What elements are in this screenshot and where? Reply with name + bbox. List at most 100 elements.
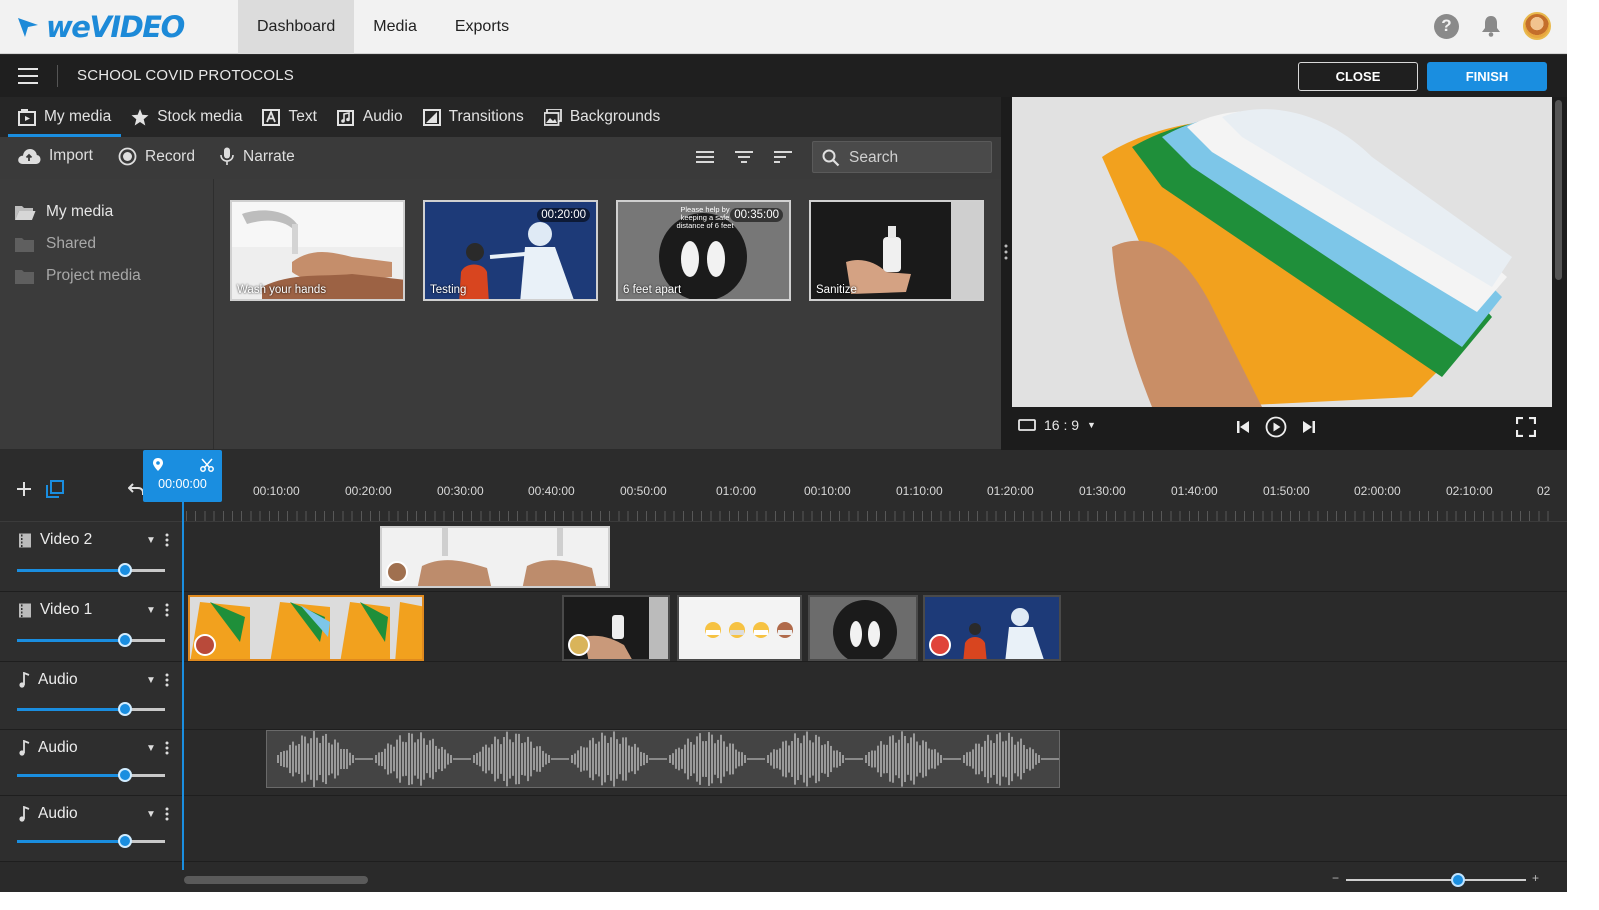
search-input[interactable] (849, 148, 984, 168)
tick-label: 00:50:00 (620, 484, 667, 498)
media-item-6-feet-apart[interactable]: Please help by keeping a safe distance o… (616, 200, 791, 301)
folder-my-media[interactable]: My media (14, 203, 113, 221)
timeline-horizontal-scrollbar[interactable] (184, 876, 368, 884)
tab-my-media[interactable]: My media (8, 97, 122, 137)
nav-tab-media[interactable]: Media (354, 0, 436, 54)
copy-icon[interactable] (46, 480, 64, 498)
folder-icon (15, 269, 34, 284)
brand-name: weVIDEO (46, 10, 185, 44)
fullscreen-icon[interactable] (1516, 417, 1536, 437)
skip-back-icon[interactable] (1235, 419, 1251, 435)
chevron-down-icon[interactable]: ▼ (146, 675, 156, 686)
chevron-down-icon[interactable]: ▼ (146, 743, 156, 754)
zoom-knob[interactable] (1450, 873, 1465, 887)
close-button[interactable]: CLOSE (1298, 62, 1418, 91)
volume-knob[interactable] (118, 702, 133, 716)
track-video-2: Video 2 ▼ (0, 522, 1567, 592)
volume-slider[interactable] (17, 563, 165, 577)
tab-stock-media[interactable]: Stock media (121, 97, 252, 137)
more-options-icon[interactable] (165, 741, 169, 755)
timeline-audio-clip[interactable] (266, 730, 1060, 788)
scissors-icon[interactable] (200, 458, 214, 472)
timeline-zoom-slider[interactable]: − + (1330, 871, 1545, 888)
track-header: Video 1 ▼ (0, 592, 182, 661)
media-item-wash-hands[interactable]: Wash your hands (230, 200, 405, 301)
hamburger-menu-icon[interactable] (18, 68, 38, 84)
finish-button[interactable]: FINISH (1427, 62, 1547, 91)
track-name: Audio (18, 739, 78, 757)
tab-text[interactable]: Text (252, 97, 326, 137)
tab-label: My media (44, 108, 112, 125)
user-avatar[interactable] (1523, 12, 1551, 40)
bell-icon[interactable] (1479, 14, 1503, 39)
track-audio-3: Audio ▼ (0, 796, 1567, 862)
tab-audio[interactable]: Audio (327, 97, 413, 137)
volume-slider[interactable] (17, 633, 165, 647)
volume-slider[interactable] (17, 834, 165, 848)
tab-backgrounds[interactable]: Backgrounds (534, 97, 670, 137)
add-track-icon[interactable] (16, 481, 32, 497)
volume-knob[interactable] (118, 834, 133, 848)
narrate-label: Narrate (243, 147, 295, 165)
playhead-time: 00:00:00 (158, 477, 207, 491)
logo-mark-icon (18, 18, 38, 37)
volume-knob[interactable] (118, 563, 133, 577)
volume-knob[interactable] (118, 633, 133, 647)
skip-forward-icon[interactable] (1301, 419, 1317, 435)
timeline-clip-6-feet[interactable] (808, 595, 918, 661)
project-bar: SCHOOL COVID PROTOCOLS CLOSE FINISH (0, 55, 1567, 97)
audio-waveform (277, 731, 1059, 787)
tick-label: 01:30:00 (1079, 484, 1126, 498)
volume-knob[interactable] (118, 768, 133, 782)
folder-shared[interactable]: Shared (14, 235, 96, 253)
timeline-ruler[interactable] (186, 511, 1556, 521)
nav-tab-dashboard[interactable]: Dashboard (238, 0, 355, 54)
timeline-clip-masks[interactable] (188, 595, 424, 661)
more-options-icon[interactable] (165, 673, 169, 687)
help-icon[interactable]: ? (1434, 13, 1459, 39)
media-item-testing[interactable]: 00:20:00 Testing (423, 200, 598, 301)
preview-scrollbar[interactable] (1555, 100, 1562, 280)
timeline-clip-wash-hands[interactable] (380, 526, 610, 588)
clip-avatar-badge (194, 634, 216, 656)
chevron-down-icon[interactable]: ▼ (146, 809, 156, 820)
timeline-clip-masks-emoji[interactable] (677, 595, 802, 661)
playhead-line[interactable] (182, 500, 184, 870)
folder-project-media[interactable]: Project media (14, 267, 141, 285)
nav-tab-exports[interactable]: Exports (436, 0, 528, 54)
panel-resize-handle[interactable] (1004, 244, 1008, 260)
chevron-down-icon[interactable]: ▼ (146, 535, 156, 546)
tab-transitions[interactable]: Transitions (413, 97, 534, 137)
media-caption: Sanitize (816, 284, 857, 296)
volume-slider[interactable] (17, 702, 165, 716)
play-icon[interactable] (1265, 416, 1287, 438)
track-label: Video 2 (40, 531, 93, 548)
timeline-clip-testing[interactable] (923, 595, 1061, 661)
more-options-icon[interactable] (165, 807, 169, 821)
track-header: Audio ▼ (0, 796, 182, 861)
tick-label: 02 (1537, 484, 1551, 498)
more-options-icon[interactable] (165, 603, 169, 617)
list-view-icon[interactable] (696, 149, 714, 165)
zoom-out-icon[interactable]: − (1332, 871, 1339, 885)
timeline-clip-sanitize[interactable] (562, 595, 670, 661)
media-item-sanitize[interactable]: Sanitize (809, 200, 984, 301)
filter-icon[interactable] (735, 149, 753, 165)
track-name: Video 1 (18, 601, 92, 619)
zoom-in-icon[interactable]: + (1532, 871, 1539, 885)
chevron-down-icon[interactable]: ▼ (146, 605, 156, 616)
track-header: Video 2 ▼ (0, 522, 182, 591)
more-options-icon[interactable] (165, 533, 169, 547)
clip-filmstrip (810, 597, 916, 659)
narrate-button[interactable]: Narrate (219, 147, 295, 166)
wevideo-logo[interactable]: weVIDEO (16, 10, 185, 44)
undo-icon[interactable] (128, 482, 144, 496)
volume-slider[interactable] (17, 768, 165, 782)
zoom-track (1346, 879, 1526, 881)
sort-icon[interactable] (774, 149, 792, 165)
project-title[interactable]: SCHOOL COVID PROTOCOLS (77, 67, 294, 84)
aspect-ratio-selector[interactable]: 16 : 9 ▼ (1018, 417, 1096, 433)
import-button[interactable]: Import (17, 147, 93, 165)
playhead-marker[interactable]: 00:00:00 (143, 450, 222, 502)
record-button[interactable]: Record (118, 147, 195, 166)
